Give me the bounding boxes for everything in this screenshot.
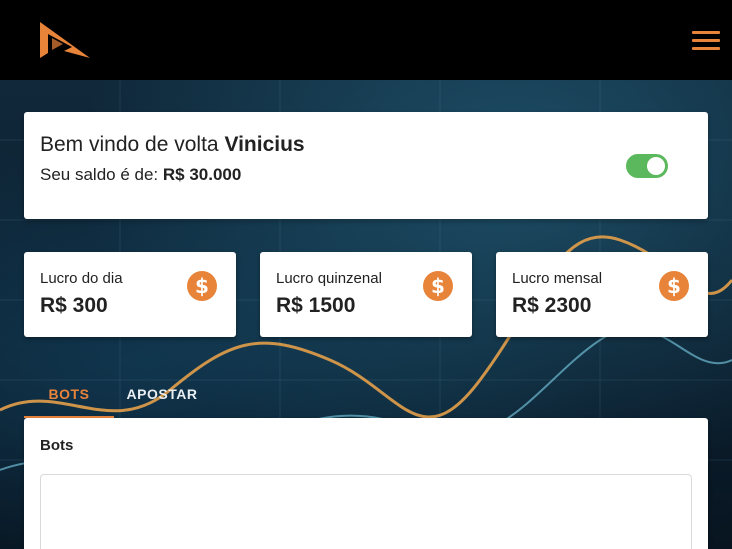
stat-card-monthly-profit: Lucro mensal R$ 2300 $ <box>496 252 708 337</box>
play-arrow-logo-icon[interactable] <box>38 20 92 60</box>
stat-value: R$ 300 <box>40 294 108 317</box>
bots-list-container <box>40 474 692 549</box>
stat-value: R$ 2300 <box>512 294 592 317</box>
stat-card-biweekly-profit: Lucro quinzenal R$ 1500 $ <box>260 252 472 337</box>
dollar-coin-icon: $ <box>659 271 689 301</box>
stat-label: Lucro quinzenal <box>276 270 382 287</box>
svg-text:$: $ <box>431 274 445 298</box>
stat-label: Lucro do dia <box>40 270 123 287</box>
balance-line: Seu saldo é de: R$ 30.000 <box>40 165 241 185</box>
stat-value: R$ 1500 <box>276 294 356 317</box>
balance-label: Seu saldo é de: <box>40 165 159 184</box>
bots-panel: Bots <box>24 418 708 549</box>
tab-apostar[interactable]: APOSTAR <box>120 372 204 418</box>
balance-value: R$ 30.000 <box>162 165 242 184</box>
svg-text:$: $ <box>667 274 681 298</box>
svg-text:$: $ <box>195 274 209 298</box>
hamburger-menu-icon[interactable] <box>692 31 720 51</box>
status-toggle[interactable] <box>626 154 668 178</box>
dollar-coin-icon: $ <box>187 271 217 301</box>
panel-title: Bots <box>40 437 74 454</box>
toggle-knob <box>647 157 665 175</box>
top-navigation-bar <box>0 0 732 80</box>
stat-card-daily-profit: Lucro do dia R$ 300 $ <box>24 252 236 337</box>
welcome-title: Bem vindo de volta Vinicius <box>40 133 305 157</box>
dollar-coin-icon: $ <box>423 271 453 301</box>
stat-label: Lucro mensal <box>512 270 603 287</box>
welcome-card: Bem vindo de volta Vinicius Seu saldo é … <box>24 112 708 219</box>
user-name: Vinicius <box>224 133 305 156</box>
welcome-greeting: Bem vindo de volta <box>40 133 219 156</box>
tab-bots[interactable]: BOTS <box>24 372 114 418</box>
